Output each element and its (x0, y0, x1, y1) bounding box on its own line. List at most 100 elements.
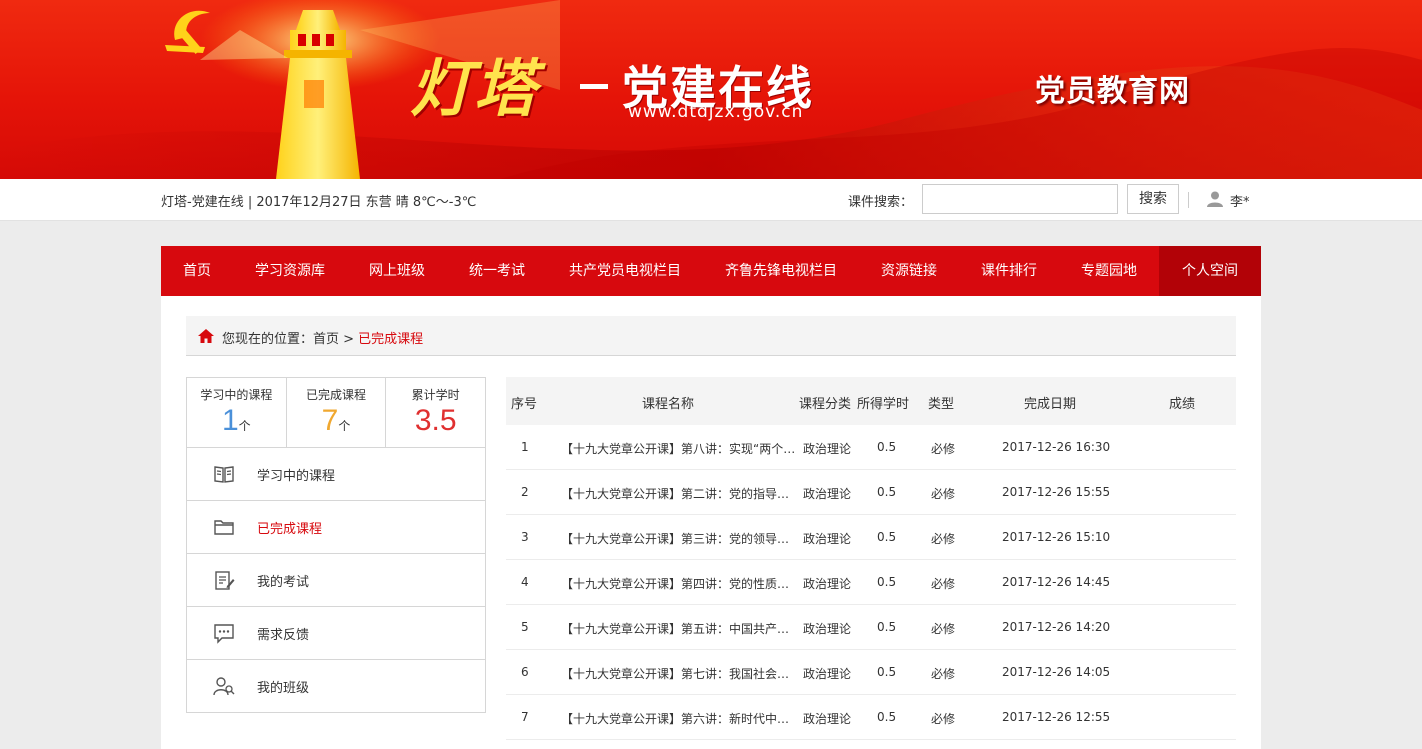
table-row: 2 【十九大党章公开课】第二讲：党的指导思… 政治理论 0.5 必修 2017-12-26… (506, 470, 1236, 515)
main-nav: 首页 学习资源库 网上班级 统一考试 共产党员电视栏目 齐鲁先锋电视栏目 资源链… (161, 246, 1261, 296)
nav-resources[interactable]: 学习资源库 (233, 246, 347, 296)
cell-date: 2017-12-26 16:30 (1002, 440, 1111, 454)
cell-date: 2017-12-26 14:45 (1002, 575, 1111, 589)
cell-hours: 0.5 (877, 710, 897, 724)
search-button[interactable]: 搜索 (1127, 184, 1179, 214)
nav-ranking[interactable]: 课件排行 (959, 246, 1059, 296)
cell-hours: 0.5 (877, 620, 897, 634)
stat-value: 1 (221, 404, 239, 437)
divider (1188, 192, 1189, 208)
sidebar-item-class[interactable]: 我的班级 (187, 660, 485, 713)
col-header-name: 课程名称 (642, 397, 695, 412)
table-row: 3 【十九大党章公开课】第三讲：党的领导、… 政治理论 0.5 必修 2017-12-26… (506, 515, 1236, 560)
stat-label: 累计学时 (411, 388, 460, 402)
nav-links[interactable]: 资源链接 (859, 246, 959, 296)
stat-label: 学习中的课程 (200, 388, 273, 402)
cell-category: 政治理论 (803, 532, 852, 546)
cell-category: 政治理论 (803, 712, 852, 726)
cell-no: 3 (521, 530, 529, 544)
sidebar-item-label: 需求反馈 (257, 628, 310, 643)
completed-courses-table: 序号 课程名称 课程分类 所得学时 类型 完成日期 成绩 1 【十九大党章公开课】… (506, 377, 1236, 740)
cell-course-name[interactable]: 【十九大党章公开课】第八讲：实现“两个… (561, 440, 799, 457)
search-input[interactable] (922, 184, 1118, 214)
table-row: 6 【十九大党章公开课】第七讲：我国社会主… 政治理论 0.5 必修 2017-12-26… (506, 650, 1236, 695)
cell-type: 必修 (931, 622, 956, 636)
cell-hours: 0.5 (877, 575, 897, 589)
cell-hours: 0.5 (877, 530, 897, 544)
breadcrumb-current: 已完成课程 (358, 332, 424, 347)
stat-completed[interactable]: 已完成课程 7个 (287, 378, 387, 447)
stat-learning[interactable]: 学习中的课程 1个 (187, 378, 287, 447)
cell-type: 必修 (931, 442, 956, 456)
col-header-no: 序号 (511, 397, 538, 412)
cell-course-name[interactable]: 【十九大党章公开课】第三讲：党的领导、… (561, 530, 799, 547)
cell-type: 必修 (931, 577, 956, 591)
sidebar-item-label: 我的考试 (257, 575, 310, 590)
site-banner: 灯塔 党建在线 www.dtdjzx.gov.cn 党员教育网 (0, 0, 1422, 179)
user-icon[interactable] (1206, 190, 1224, 208)
cell-no: 4 (521, 575, 529, 589)
cell-course-name[interactable]: 【十九大党章公开课】第六讲：新时代中国… (561, 710, 799, 727)
nav-online-class[interactable]: 网上班级 (347, 246, 447, 296)
cell-no: 2 (521, 485, 529, 499)
sidebar-item-label: 学习中的课程 (257, 469, 336, 484)
cell-course-name[interactable]: 【十九大党章公开课】第五讲：中国共产党… (561, 620, 799, 637)
col-header-type: 类型 (928, 397, 955, 412)
sidebar-item-feedback[interactable]: 需求反馈 (187, 607, 485, 660)
cell-type: 必修 (931, 487, 956, 501)
cell-course-name[interactable]: 【十九大党章公开课】第七讲：我国社会主… (561, 665, 799, 682)
sidebar-item-label: 已完成课程 (257, 522, 323, 537)
sidebar: 学习中的课程 1个 已完成课程 7个 累计学时 3.5 学习中的课程 已完成课程… (186, 377, 486, 713)
cell-date: 2017-12-26 15:10 (1002, 530, 1111, 544)
col-header-category: 课程分类 (799, 397, 852, 412)
nav-party-tv[interactable]: 共产党员电视栏目 (547, 246, 703, 296)
cell-date: 2017-12-26 14:20 (1002, 620, 1111, 634)
brand-dash (580, 84, 608, 89)
breadcrumb-prefix[interactable]: 您现在的位置：首页 > (222, 332, 358, 347)
cell-category: 政治理论 (803, 442, 852, 456)
cell-category: 政治理论 (803, 622, 852, 636)
table-row: 4 【十九大党章公开课】第四讲：党的性质和… 政治理论 0.5 必修 2017-12-26… (506, 560, 1236, 605)
exam-icon (215, 571, 235, 590)
cell-no: 6 (521, 665, 529, 679)
cell-date: 2017-12-26 12:55 (1002, 710, 1111, 724)
nav-topics[interactable]: 专题园地 (1059, 246, 1159, 296)
stat-value: 7 (321, 404, 339, 437)
col-header-hours: 所得学时 (857, 397, 910, 412)
col-header-date: 完成日期 (1024, 397, 1077, 412)
users-icon (213, 677, 235, 696)
stat-unit: 个 (338, 419, 351, 433)
cell-course-name[interactable]: 【十九大党章公开课】第二讲：党的指导思… (561, 485, 799, 502)
nav-home[interactable]: 首页 (161, 246, 233, 296)
search-label: 课件搜索： (848, 195, 914, 210)
folder-icon (214, 520, 234, 535)
cell-no: 1 (521, 440, 529, 454)
nav-exam[interactable]: 统一考试 (447, 246, 547, 296)
cell-no: 5 (521, 620, 529, 634)
table-header: 序号 课程名称 课程分类 所得学时 类型 完成日期 成绩 (506, 377, 1236, 425)
sidebar-item-learning[interactable]: 学习中的课程 (187, 448, 485, 501)
cell-hours: 0.5 (877, 485, 897, 499)
cell-no: 7 (521, 710, 529, 724)
brand-title: 灯塔 (410, 52, 539, 125)
user-name[interactable]: 李* (1230, 191, 1250, 210)
date-weather-text: 灯塔-党建在线 | 2017年12月27日 东营 晴 8℃～-3℃ (161, 195, 477, 210)
nav-qilu-tv[interactable]: 齐鲁先锋电视栏目 (703, 246, 859, 296)
stat-label: 已完成课程 (306, 388, 367, 402)
info-bar: 灯塔-党建在线 | 2017年12月27日 东营 晴 8℃～-3℃ 课件搜索： … (0, 179, 1422, 221)
cell-date: 2017-12-26 15:55 (1002, 485, 1111, 499)
cell-hours: 0.5 (877, 665, 897, 679)
sidebar-item-completed[interactable]: 已完成课程 (187, 501, 485, 554)
cell-category: 政治理论 (803, 667, 852, 681)
banner-right-title: 党员教育网 (1035, 74, 1190, 109)
sidebar-item-exam[interactable]: 我的考试 (187, 554, 485, 607)
cell-category: 政治理论 (803, 577, 852, 591)
col-header-score: 成绩 (1169, 397, 1196, 412)
nav-personal-space[interactable]: 个人空间 (1159, 246, 1261, 296)
table-row: 5 【十九大党章公开课】第五讲：中国共产党… 政治理论 0.5 必修 2017-12-26… (506, 605, 1236, 650)
cell-course-name[interactable]: 【十九大党章公开课】第四讲：党的性质和… (561, 575, 799, 592)
brand-url: www.dtdjzx.gov.cn (628, 102, 804, 122)
book-icon (214, 466, 234, 483)
cell-type: 必修 (931, 532, 956, 546)
table-row: 1 【十九大党章公开课】第八讲：实现“两个… 政治理论 0.5 必修 2017-12-26… (506, 425, 1236, 470)
